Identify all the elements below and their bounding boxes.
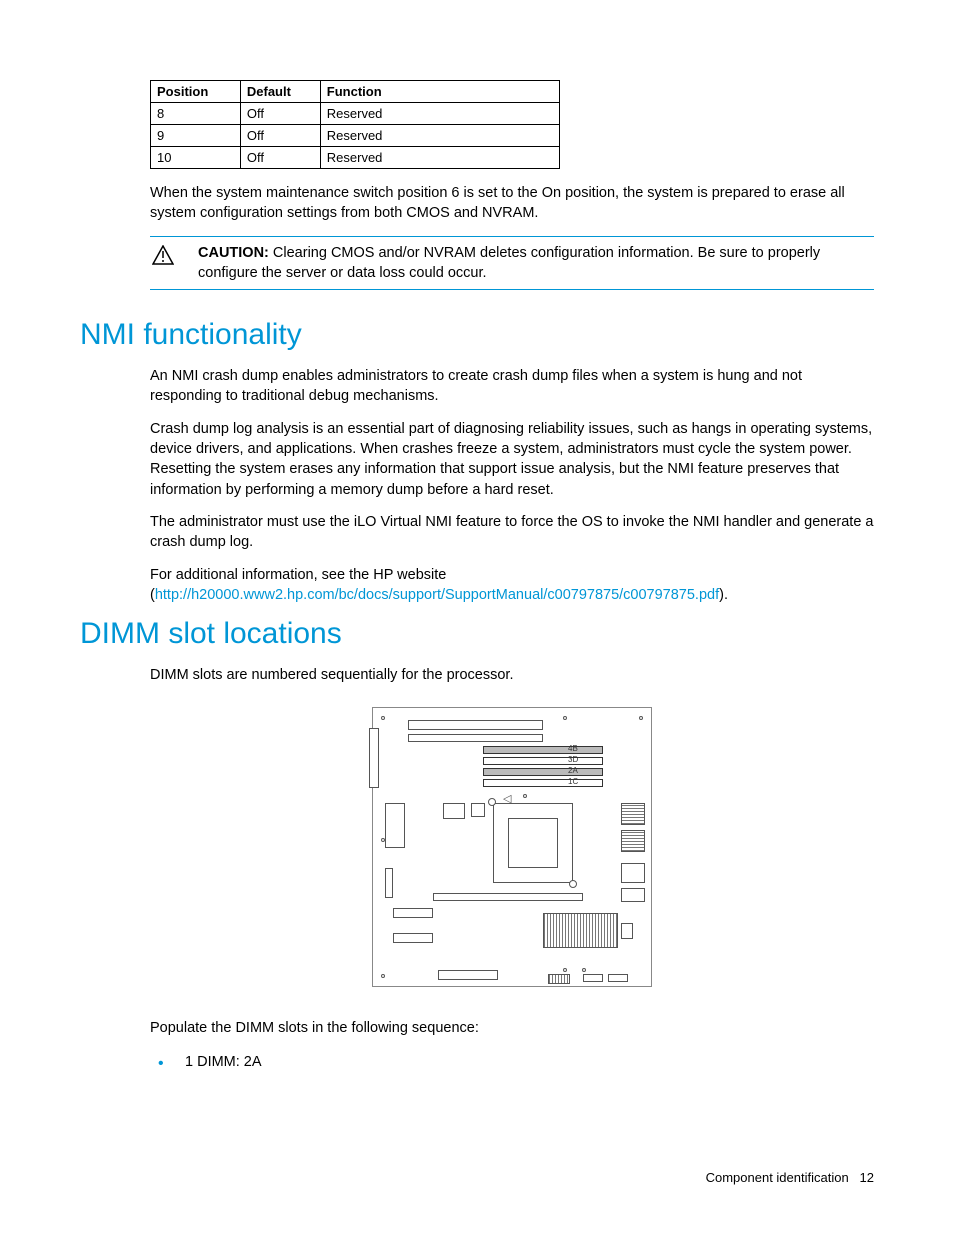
table-row: 9 Off Reserved bbox=[151, 125, 560, 147]
caution-icon bbox=[150, 243, 178, 268]
th-function: Function bbox=[320, 81, 559, 103]
dimm-sequence-list: 1 DIMM: 2A bbox=[150, 1051, 874, 1074]
cell-default: Off bbox=[240, 125, 320, 147]
cell-default: Off bbox=[240, 147, 320, 169]
footer-page: 12 bbox=[860, 1170, 874, 1185]
caution-label: CAUTION: bbox=[198, 245, 269, 261]
maintenance-note: When the system maintenance switch posit… bbox=[150, 183, 874, 224]
nmi-p2: Crash dump log analysis is an essential … bbox=[150, 419, 874, 500]
hp-website-link[interactable]: http://h20000.www2.hp.com/bc/docs/suppor… bbox=[155, 587, 719, 603]
caution-body: Clearing CMOS and/or NVRAM deletes confi… bbox=[198, 245, 820, 281]
cell-default: Off bbox=[240, 103, 320, 125]
caution-text: CAUTION: Clearing CMOS and/or NVRAM dele… bbox=[198, 243, 874, 284]
dimm-label-3d: 3D bbox=[568, 755, 578, 764]
table-row: 10 Off Reserved bbox=[151, 147, 560, 169]
th-default: Default bbox=[240, 81, 320, 103]
th-position: Position bbox=[151, 81, 241, 103]
table-row: 8 Off Reserved bbox=[151, 103, 560, 125]
dimm-populate: Populate the DIMM slots in the following… bbox=[150, 1018, 874, 1038]
footer-section: Component identification bbox=[706, 1170, 849, 1185]
cell-function: Reserved bbox=[320, 147, 559, 169]
dimm-intro: DIMM slots are numbered sequentially for… bbox=[150, 665, 874, 685]
dimm-label-4b: 4B bbox=[568, 744, 578, 753]
dimm-diagram: 4B 3D 2A 1C ◁ bbox=[150, 707, 874, 990]
nmi-p3: The administrator must use the iLO Virtu… bbox=[150, 512, 874, 553]
cell-function: Reserved bbox=[320, 125, 559, 147]
dimm-heading: DIMM slot locations bbox=[80, 617, 874, 651]
switch-table: Position Default Function 8 Off Reserved… bbox=[150, 80, 874, 169]
nmi-p4: For additional information, see the HP w… bbox=[150, 565, 874, 606]
nmi-p1: An NMI crash dump enables administrators… bbox=[150, 366, 874, 407]
cell-function: Reserved bbox=[320, 103, 559, 125]
dimm-label-1c: 1C bbox=[568, 777, 578, 786]
cell-position: 8 bbox=[151, 103, 241, 125]
page-footer: Component identification 12 bbox=[706, 1170, 874, 1185]
dimm-label-2a: 2A bbox=[568, 766, 578, 775]
table: Position Default Function 8 Off Reserved… bbox=[150, 80, 560, 169]
nmi-heading: NMI functionality bbox=[80, 318, 874, 352]
list-item: 1 DIMM: 2A bbox=[150, 1051, 874, 1074]
nmi-p4-post: ). bbox=[719, 587, 728, 603]
cell-position: 9 bbox=[151, 125, 241, 147]
caution-box: CAUTION: Clearing CMOS and/or NVRAM dele… bbox=[150, 236, 874, 291]
cell-position: 10 bbox=[151, 147, 241, 169]
